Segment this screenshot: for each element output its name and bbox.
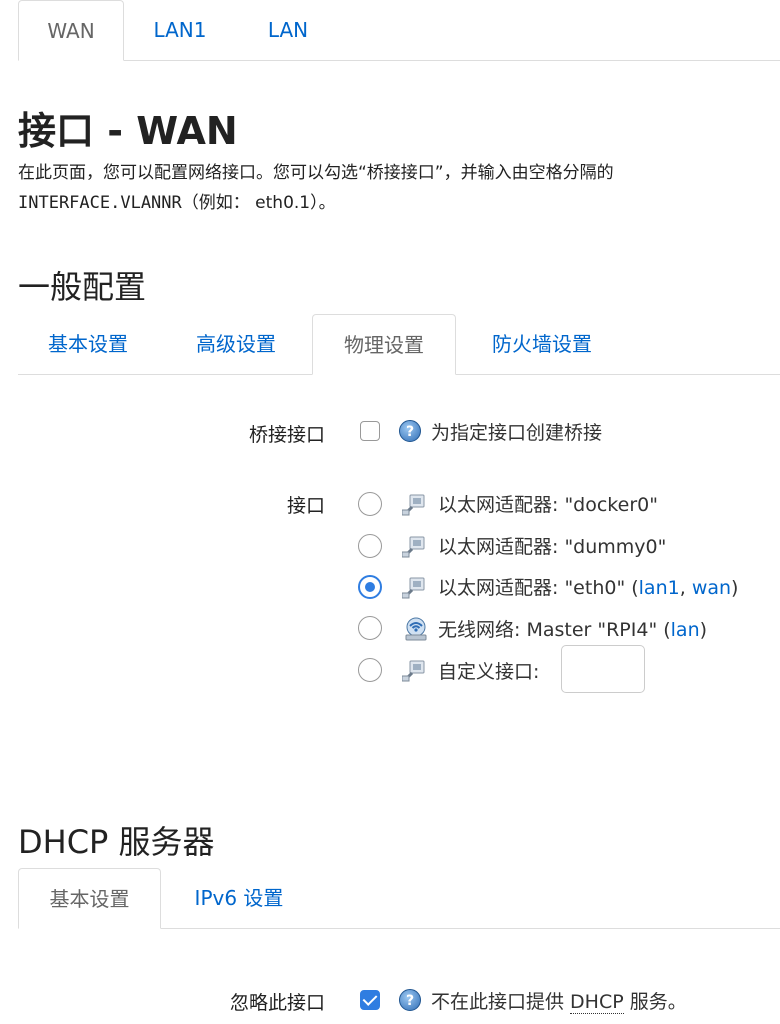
dhcp-abbr: DHCP [570, 991, 624, 1014]
tab-lan1[interactable]: LAN1 [130, 0, 230, 60]
ignore-interface-checkbox[interactable] [360, 990, 380, 1010]
ignore-text-after: 服务。 [623, 991, 687, 1013]
radio-docker0[interactable] [358, 492, 382, 516]
ignore-text-before: 不在此接口提供 [431, 991, 571, 1013]
bridge-label: 桥接接口 [248, 424, 325, 446]
interface-label: 接口 [286, 495, 325, 517]
dhcp-heading: DHCP 服务器 [18, 823, 215, 861]
help-icon: ? [399, 989, 421, 1011]
close-paren: ) [699, 619, 708, 641]
page-description: 在此页面，您可以配置网络接口。您可以勾选“桥接接口”，并输入由空格分隔的 INT… [18, 158, 614, 218]
description-line-1: 在此页面，您可以配置网络接口。您可以勾选“桥接接口”，并输入由空格分隔的 [18, 163, 614, 183]
radio-eth0[interactable] [358, 575, 382, 599]
link-separator: , [679, 577, 692, 599]
ethernet-icon [402, 536, 425, 558]
radio-wireless-rpi4[interactable] [358, 616, 382, 640]
option-docker0-text: 以太网适配器: "docker0" [438, 494, 658, 516]
ignore-interface-description: 不在此接口提供 DHCP 服务。 [431, 987, 687, 1014]
link-lan[interactable]: lan [671, 619, 700, 641]
radio-custom-interface[interactable] [358, 658, 382, 682]
link-lan1[interactable]: lan1 [639, 577, 680, 599]
top-tabs: WAN LAN1 LAN [18, 0, 780, 61]
description-code: INTERFACE.VLANNR [18, 193, 182, 213]
general-tabs: 基本设置 高级设置 物理设置 防火墙设置 [18, 314, 780, 375]
option-eth0-label: 以太网适配器: "eth0" ( [438, 577, 639, 599]
bridge-description: 为指定接口创建桥接 [431, 422, 603, 444]
option-custom-text: 自定义接口: [438, 661, 540, 683]
tab-physical-settings[interactable]: 物理设置 [312, 314, 456, 375]
option-dummy0-text: 以太网适配器: "dummy0" [438, 536, 667, 558]
ethernet-icon [402, 660, 425, 682]
tab-ipv6-settings[interactable]: IPv6 设置 [174, 868, 304, 928]
option-wireless-text: 无线网络: Master "RPI4" (lan) [438, 615, 707, 642]
help-icon: ? [399, 420, 421, 442]
general-heading: 一般配置 [18, 268, 147, 306]
close-paren: ) [731, 577, 739, 599]
radio-dummy0[interactable] [358, 534, 382, 558]
ethernet-icon [402, 494, 425, 516]
option-eth0-text: 以太网适配器: "eth0" (lan1, wan) [438, 573, 738, 600]
ethernet-icon [402, 577, 425, 599]
custom-interface-input[interactable] [561, 645, 645, 693]
link-wan[interactable]: wan [692, 577, 731, 599]
tab-dhcp-basic-settings[interactable]: 基本设置 [18, 868, 161, 929]
tab-advanced-settings[interactable]: 高级设置 [168, 314, 304, 374]
dhcp-tabs: 基本设置 IPv6 设置 [18, 868, 780, 929]
ignore-interface-label: 忽略此接口 [229, 992, 325, 1014]
description-line-2: INTERFACE.VLANNR（例如： eth0.1）。 [18, 188, 614, 218]
description-rest: （例如： eth0.1）。 [181, 193, 336, 213]
wifi-icon [405, 617, 427, 641]
bridge-checkbox[interactable] [360, 421, 380, 441]
option-wireless-label: 无线网络: Master "RPI4" ( [438, 619, 671, 641]
tab-wan[interactable]: WAN [18, 0, 124, 61]
page-title: 接口 - WAN [18, 109, 238, 153]
tab-firewall-settings[interactable]: 防火墙设置 [470, 314, 614, 374]
tab-lan[interactable]: LAN [244, 0, 332, 60]
tab-basic-settings[interactable]: 基本设置 [18, 314, 158, 374]
